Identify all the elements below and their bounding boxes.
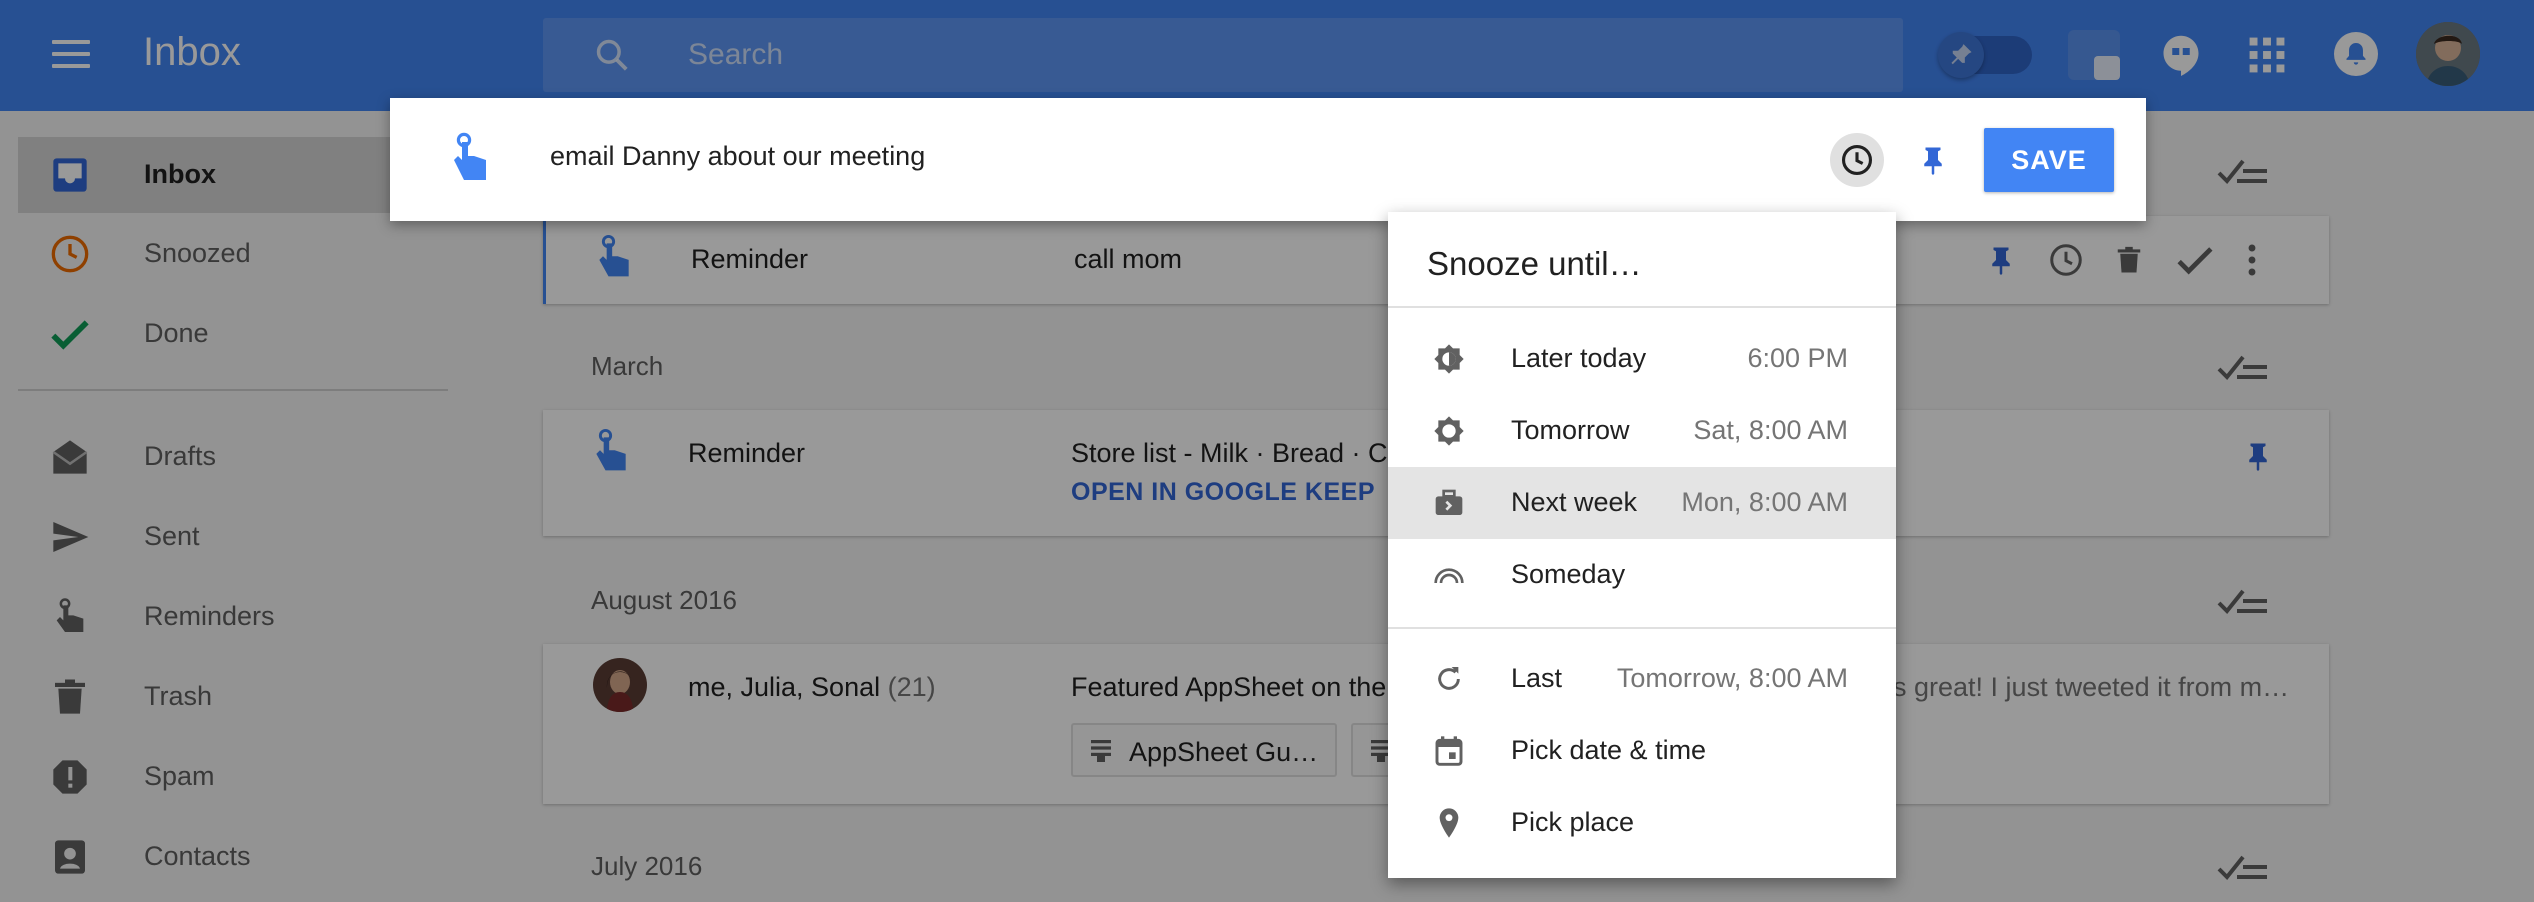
rainbow-icon: [1434, 568, 1464, 584]
reminder-compose: email Danny about our meeting SAVE: [390, 98, 2146, 221]
reminder-text-input[interactable]: email Danny about our meeting: [550, 141, 925, 172]
menu-divider: [1388, 306, 1896, 308]
sidebar-item-trash[interactable]: Trash: [18, 659, 448, 735]
more-options-icon[interactable]: [2246, 242, 2258, 278]
sidebar-item-label: Drafts: [144, 441, 217, 471]
sender: Reminder: [688, 438, 806, 468]
sidebar-item-label: Contacts: [144, 841, 251, 871]
search-icon: [596, 39, 628, 71]
pin-icon: [1938, 32, 1984, 78]
sidebar-item-label: Reminders: [144, 601, 275, 631]
done-check-icon[interactable]: [2176, 244, 2214, 276]
sidebar-item-label: Done: [144, 318, 209, 348]
snooze-option-next-week[interactable]: Next week Mon, 8:00 AM: [1388, 467, 1896, 539]
snooze-menu-title: Snooze until…: [1427, 245, 1642, 282]
search-box[interactable]: [543, 18, 1903, 92]
menu-icon[interactable]: [52, 40, 90, 68]
avatar: [593, 658, 647, 712]
repeat-icon: [1438, 667, 1460, 690]
sweep-icon[interactable]: [2217, 157, 2269, 187]
pin-icon[interactable]: [1918, 141, 1948, 179]
sidebar-item-sent[interactable]: Sent: [18, 499, 448, 575]
snooze-option-pick-date-time[interactable]: Pick date & time: [1388, 715, 1896, 787]
sender: me, Julia, Sonal (21): [688, 672, 936, 702]
trash-icon: [55, 679, 85, 714]
sweep-icon[interactable]: [2217, 587, 2269, 617]
sidebar-item-label: Trash: [144, 681, 213, 711]
location-pin-icon: [1439, 808, 1459, 838]
apps-grid-icon[interactable]: [2248, 36, 2286, 74]
sweep-icon[interactable]: [2217, 853, 2269, 883]
sweep-icon[interactable]: [2217, 353, 2269, 383]
sidebar-item-label: Sent: [144, 521, 200, 551]
briefcase-icon: [1435, 489, 1463, 515]
hangouts-icon[interactable]: [2160, 34, 2202, 76]
snooze-button[interactable]: [1830, 133, 1884, 187]
sidebar-item-done[interactable]: Done: [18, 296, 448, 372]
sidebar-item-reminders[interactable]: Reminders: [18, 579, 448, 655]
drafts-icon: [52, 440, 88, 474]
snooze-option-someday[interactable]: Someday: [1388, 539, 1896, 611]
snooze-option-last[interactable]: Last Tomorrow, 8:00 AM: [1388, 643, 1896, 715]
contacts-icon: [55, 840, 85, 874]
brightness-icon: [1434, 344, 1464, 374]
snooze-menu: Snooze until… Later today 6:00 PM Tomorr…: [1388, 212, 1896, 878]
section-header: July 2016: [591, 851, 703, 881]
app-header: Inbox: [0, 0, 2534, 111]
pin-icon[interactable]: [1986, 242, 2016, 278]
attachment-chip[interactable]: AppSheet Gu…: [1071, 723, 1337, 777]
trash-icon[interactable]: [2114, 242, 2144, 278]
user-avatar[interactable]: [2416, 22, 2480, 86]
sidebar-item-drafts[interactable]: Drafts: [18, 419, 448, 495]
inbox-icon: [53, 158, 87, 192]
app-title: Inbox: [143, 30, 241, 74]
sidebar-item-label: Spam: [144, 761, 215, 791]
snooze-clock-icon[interactable]: [2048, 242, 2084, 278]
subject: call mom: [1074, 244, 1183, 274]
sidebar-item-snoozed[interactable]: Snoozed: [18, 216, 448, 292]
snooze-option-tomorrow[interactable]: Tomorrow Sat, 8:00 AM: [1388, 395, 1896, 467]
snooze-option-pick-place[interactable]: Pick place: [1388, 787, 1896, 859]
save-button[interactable]: SAVE: [1984, 128, 2114, 192]
reminder-finger-icon: [56, 598, 84, 632]
section-header: August 2016: [591, 585, 738, 615]
sender: Reminder: [691, 244, 809, 274]
sidebar-item-contacts[interactable]: Contacts: [18, 819, 448, 895]
pin-icon[interactable]: [2243, 438, 2273, 474]
snippet: s great! I just tweeted it from m…: [1893, 672, 2290, 702]
reminder-finger-icon: [596, 428, 626, 471]
notifications-icon[interactable]: [2334, 32, 2378, 76]
sun-icon: [1434, 416, 1464, 446]
clock-icon: [1841, 144, 1873, 176]
sidebar-item-label: Inbox: [144, 159, 216, 189]
subject: Featured AppSheet on the: [1071, 672, 1387, 702]
reminder-finger-icon: [599, 234, 629, 277]
section-header: March: [591, 351, 664, 381]
spam-icon: [53, 760, 87, 794]
calendar-icon: [1435, 736, 1463, 766]
sidebar: Inbox Snoozed Done Drafts Sent Reminders…: [0, 111, 460, 902]
clock-icon: [51, 235, 89, 273]
subject: Store list - Milk · Bread · Ch: [1071, 438, 1403, 468]
sidebar-item-inbox[interactable]: Inbox: [18, 137, 448, 213]
snooze-option-later-today[interactable]: Later today 6:00 PM: [1388, 323, 1896, 395]
pinned-toggle[interactable]: [1938, 32, 2032, 78]
reminder-finger-icon: [454, 132, 486, 180]
sidebar-item-label: Snoozed: [144, 238, 251, 268]
keep-app-icon[interactable]: [2068, 30, 2120, 80]
sheet-icon: [1091, 740, 1111, 762]
sidebar-divider: [18, 389, 448, 391]
menu-divider: [1388, 627, 1896, 629]
send-icon: [53, 522, 89, 552]
sidebar-item-spam[interactable]: Spam: [18, 739, 448, 815]
search-input[interactable]: [688, 18, 1838, 92]
open-in-keep-link[interactable]: OPEN IN GOOGLE KEEP: [1071, 478, 1375, 507]
checkmark-icon: [51, 320, 89, 350]
